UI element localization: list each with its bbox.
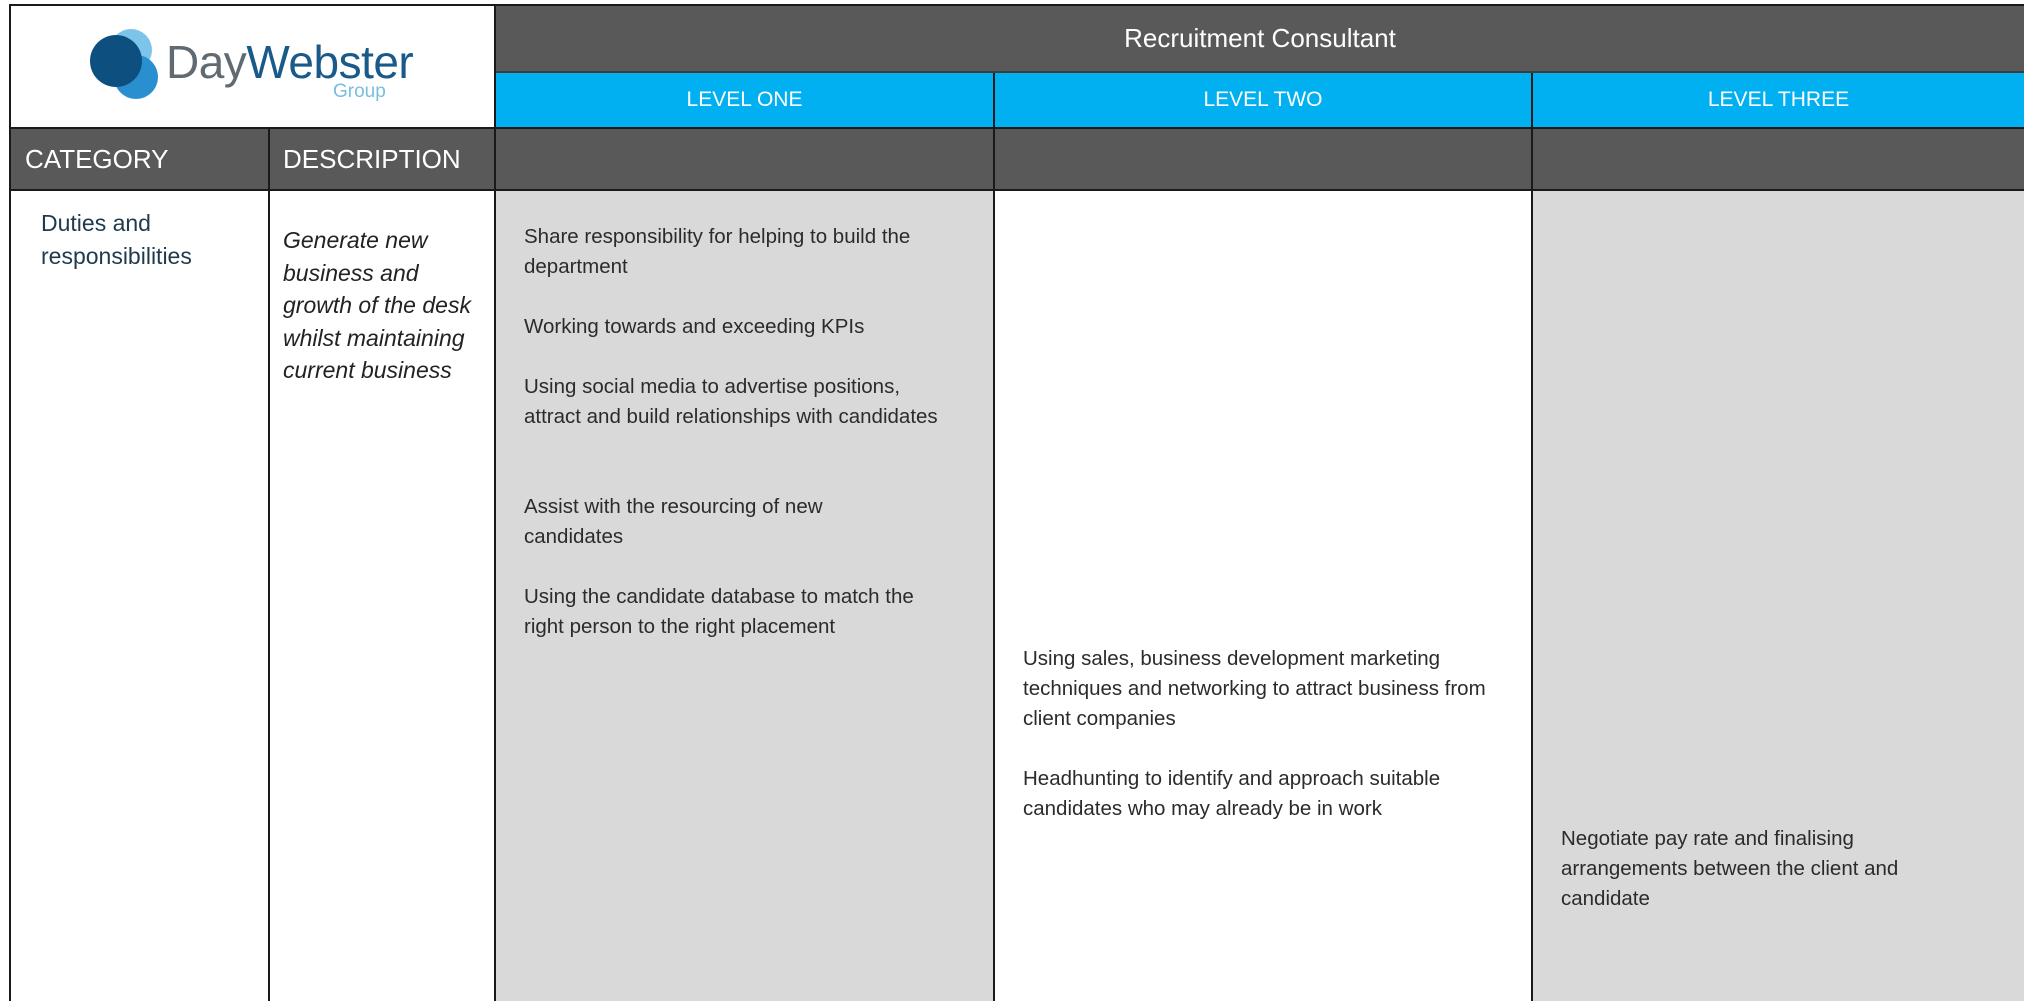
body-divider-line [10,189,2024,191]
category-header: CATEGORY [25,143,169,174]
level-one-item: Working towards and exceeding KPIs [524,315,865,338]
header-divider-line [10,127,2024,129]
level-two-header: LEVEL TWO [995,73,1531,127]
level-one-right-line [993,71,995,1001]
logo-word-webster: Webster [246,36,414,88]
level-one-item: Using the candidate database to match th… [524,585,914,638]
frame-top-line [10,4,2024,6]
category-column-line [268,128,270,1001]
logo-circle-dark [90,35,142,87]
level-one-item: Using social media to advertise position… [524,375,938,428]
logo-word-group: Group [333,81,386,102]
competency-table: DayWebster Group Recruitment Consultant … [0,0,2024,1001]
logo-cell: DayWebster Group [10,5,495,127]
frame-left-line [9,4,11,1001]
level-three-item: Negotiate pay rate and finalising arrang… [1561,827,1899,910]
logo-right-line [494,4,496,1001]
description-header: DESCRIPTION [283,143,461,174]
level-three-header: LEVEL THREE [1533,73,2024,127]
row-category: Duties and responsibilities [41,210,192,269]
level-one-item: Share responsibility for helping to buil… [524,225,911,278]
logo-word-day: Day [166,36,247,88]
level-one-item: Assist with the resourcing of new candid… [524,495,823,548]
level-two-item: Headhunting to identify and approach sui… [1023,767,1441,820]
level-one-header: LEVEL ONE [496,73,993,127]
row-description: Generate new business and growth of the … [283,227,471,383]
role-title: Recruitment Consultant [496,5,2024,71]
daywebster-logo: DayWebster Group [80,27,420,107]
level-two-item: Using sales, business development market… [1023,647,1486,730]
role-bottom-line [496,71,2024,73]
level-two-right-line [1531,71,1533,1001]
